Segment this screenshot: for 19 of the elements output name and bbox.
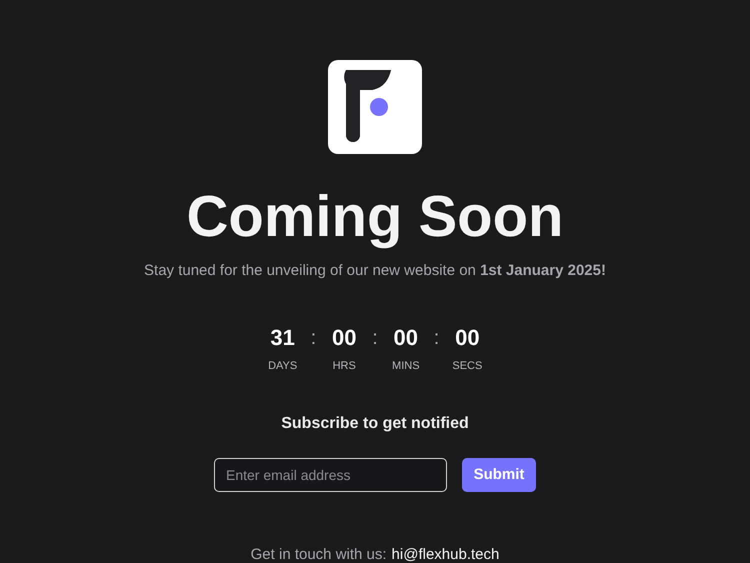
separator: :	[372, 326, 378, 350]
countdown-value: 31	[270, 324, 295, 350]
countdown-value: 00	[455, 324, 480, 350]
separator: :	[434, 326, 440, 350]
countdown-value: 00	[394, 324, 418, 350]
countdown-label: HRS	[332, 358, 356, 374]
countdown-label: MINS	[392, 358, 420, 374]
countdown-label: SECS	[452, 358, 482, 374]
contact-label: Get in touch with us:	[250, 546, 387, 563]
email-field[interactable]: Enter email address	[214, 458, 447, 492]
submit-button[interactable]: Submit	[462, 458, 536, 492]
subtitle: Stay tuned for the unveiling of our new website on 1st January 2025!	[144, 261, 606, 281]
page-title: Coming Soon	[186, 184, 564, 250]
countdown-label: DAYS	[268, 358, 298, 374]
logo-icon	[328, 60, 422, 154]
subscribe-heading: Subscribe to get notified	[281, 414, 469, 434]
separator: :	[310, 326, 316, 350]
email-link[interactable]: hi@flexhub.tech	[392, 546, 500, 563]
countdown-value: 00	[332, 324, 356, 350]
